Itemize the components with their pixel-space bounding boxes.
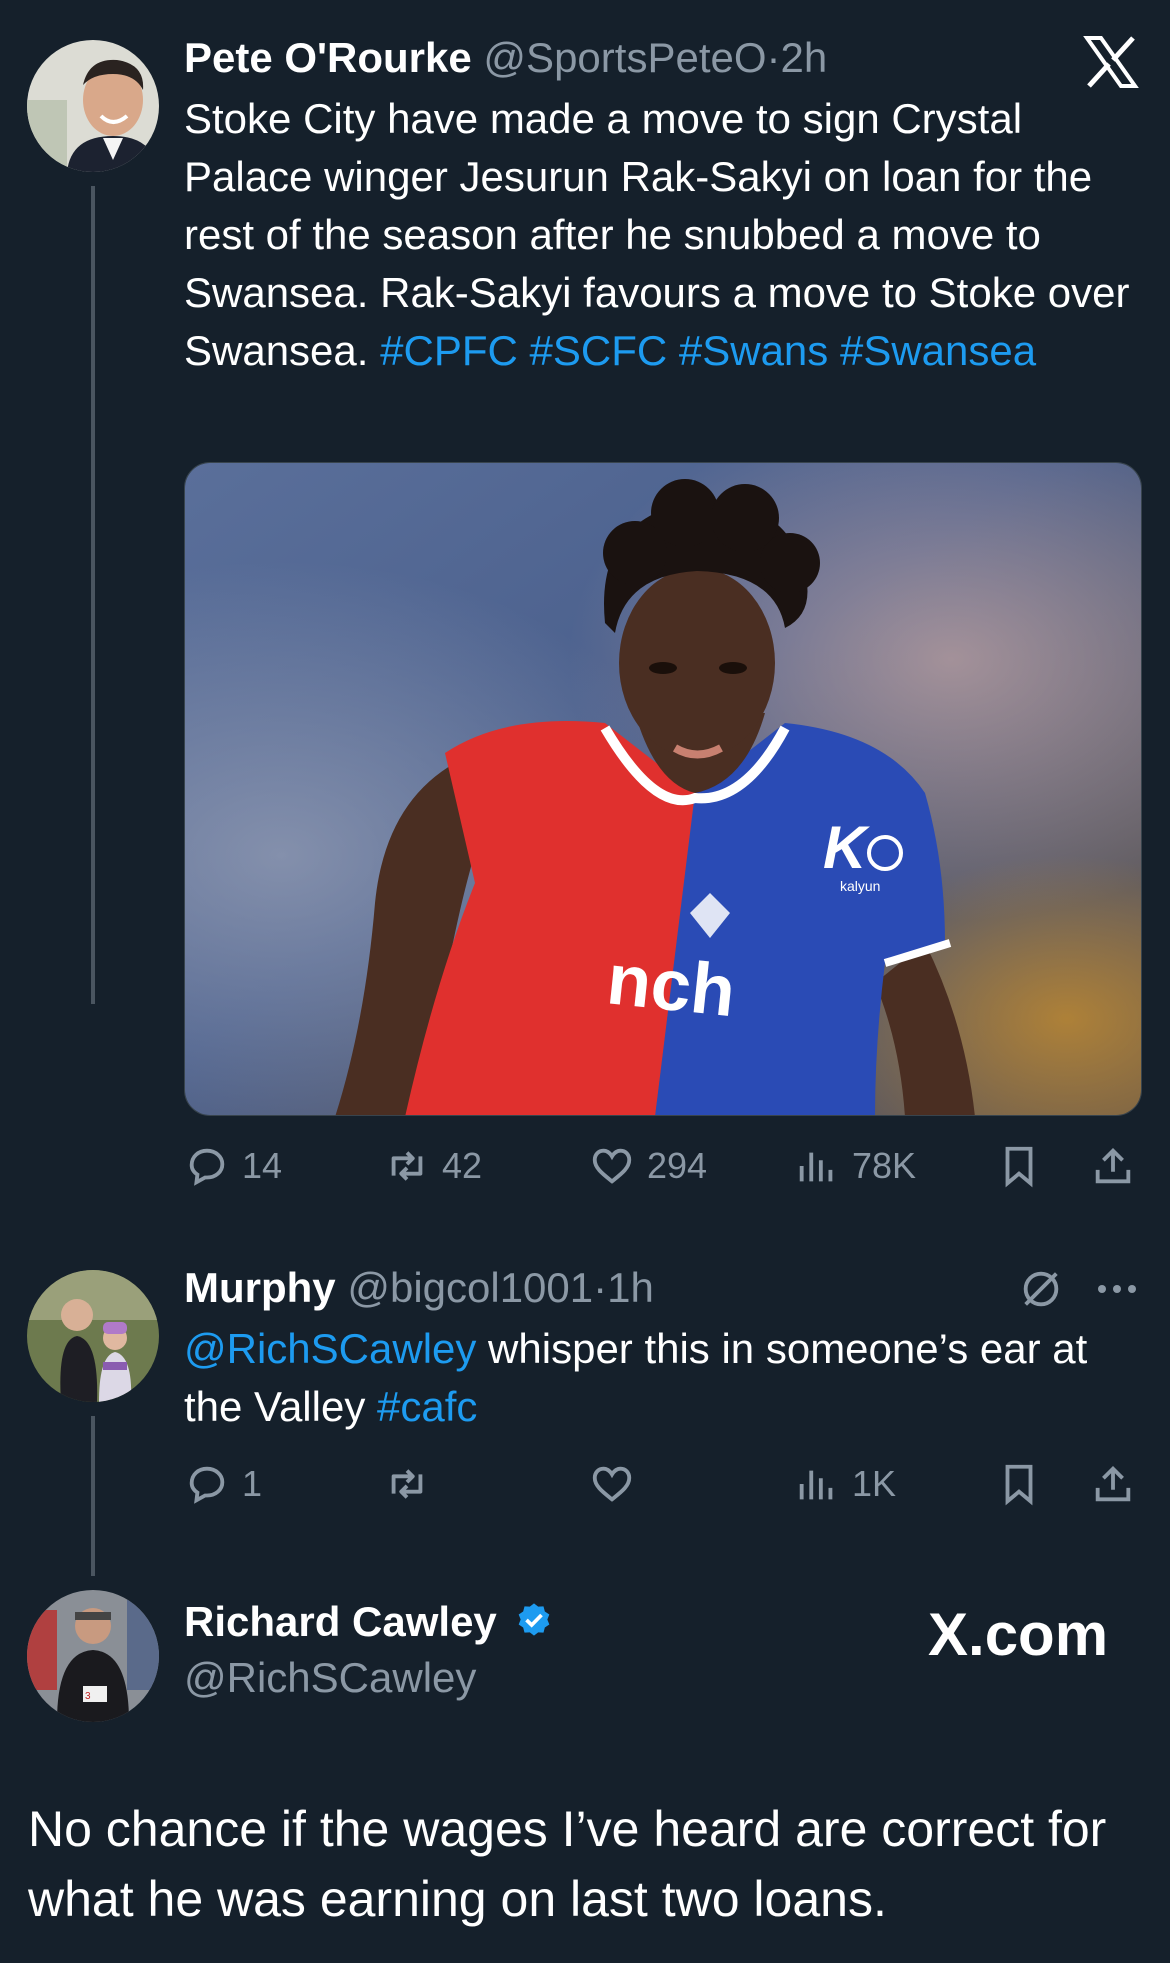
x-com-brand: X.com [928, 1601, 1109, 1668]
share-button[interactable] [1090, 1136, 1136, 1196]
thread-line [91, 1416, 95, 1576]
timestamp[interactable]: 2h [781, 34, 828, 81]
tweet-text: No chance if the wages I’ve heard are co… [28, 1801, 1107, 1927]
views-chart-icon [799, 1152, 833, 1182]
views-count: 78K [852, 1145, 917, 1186]
repost-button[interactable]: 42 [384, 1136, 482, 1196]
tweet-actions: 1 1K [184, 1454, 1144, 1514]
views-chart-icon [799, 1470, 833, 1500]
tweet-header: Murphy @bigcol1001·1h [184, 1264, 654, 1312]
bookmark-icon [1005, 1146, 1033, 1188]
mention-link[interactable]: @RichSCawley [184, 1325, 476, 1372]
reply-button[interactable]: 14 [184, 1136, 282, 1196]
tweet-header: Richard Cawley [184, 1598, 554, 1650]
x-logo-icon[interactable] [1083, 34, 1139, 90]
tweet-image[interactable]: nch K kalyun [184, 462, 1142, 1116]
svg-text:3: 3 [85, 1691, 91, 1702]
tweet-actions: 14 42 294 78K [184, 1136, 1144, 1196]
repost-count: 42 [442, 1145, 483, 1186]
sponsor-text: nch [603, 939, 739, 1032]
views-button[interactable]: 1K [794, 1454, 896, 1514]
like-button[interactable]: 294 [589, 1136, 707, 1196]
hashtag-swans[interactable]: #Swans [679, 327, 828, 374]
author-name[interactable]: Murphy [184, 1264, 336, 1311]
reply-button[interactable]: 1 [184, 1454, 262, 1514]
grok-icon[interactable] [1018, 1266, 1064, 1312]
sleeve-logo: K [823, 814, 870, 881]
like-count: 294 [647, 1145, 708, 1186]
heart-icon [592, 1466, 632, 1502]
share-icon [1095, 1147, 1131, 1184]
verified-badge-icon [514, 1600, 554, 1650]
author-handle[interactable]: @RichSCawley [184, 1654, 476, 1702]
like-button[interactable] [589, 1454, 635, 1514]
bookmark-button[interactable] [996, 1454, 1042, 1514]
author-name[interactable]: Richard Cawley [184, 1598, 497, 1645]
views-count: 1K [852, 1463, 897, 1504]
hashtag-cafc[interactable]: #cafc [377, 1383, 477, 1430]
reply-icon [189, 1148, 225, 1186]
sleeve-text: kalyun [840, 878, 880, 894]
bookmark-button[interactable] [996, 1136, 1042, 1196]
repost-icon [391, 1151, 423, 1181]
views-button[interactable]: 78K [794, 1136, 916, 1196]
reply-count: 1 [242, 1463, 263, 1504]
author-handle[interactable]: @bigcol1001 [347, 1264, 593, 1311]
share-button[interactable] [1090, 1454, 1136, 1514]
reply-icon [189, 1466, 225, 1504]
separator: · [593, 1264, 608, 1311]
share-icon [1095, 1465, 1131, 1502]
avatar-richard[interactable]: 3 [27, 1590, 159, 1722]
repost-icon [391, 1469, 423, 1499]
repost-button[interactable] [384, 1454, 430, 1514]
reply-count: 14 [242, 1145, 283, 1186]
tweet-text: Stoke City have made a move to sign Crys… [184, 90, 1144, 380]
author-name[interactable]: Pete O'Rourke [184, 34, 472, 81]
tweet-text: @RichSCawley whisper this in someone’s e… [184, 1320, 1144, 1436]
author-handle[interactable]: @SportsPeteO [483, 34, 766, 81]
avatar-pete[interactable] [27, 40, 159, 172]
football-player-photo-icon: nch K kalyun [185, 463, 1141, 1115]
separator: · [766, 34, 781, 81]
bookmark-icon [1005, 1464, 1033, 1506]
timestamp[interactable]: 1h [607, 1264, 654, 1311]
hashtag-scfc[interactable]: #SCFC [530, 327, 668, 374]
avatar-murphy[interactable] [27, 1270, 159, 1402]
heart-icon [592, 1148, 632, 1184]
hashtag-cpfc[interactable]: #CPFC [380, 327, 518, 374]
hashtag-swansea[interactable]: #Swansea [840, 327, 1036, 374]
more-options-icon[interactable] [1092, 1266, 1142, 1312]
thread-line [91, 186, 95, 1004]
tweet-header: Pete O'Rourke @SportsPeteO·2h [184, 34, 827, 82]
